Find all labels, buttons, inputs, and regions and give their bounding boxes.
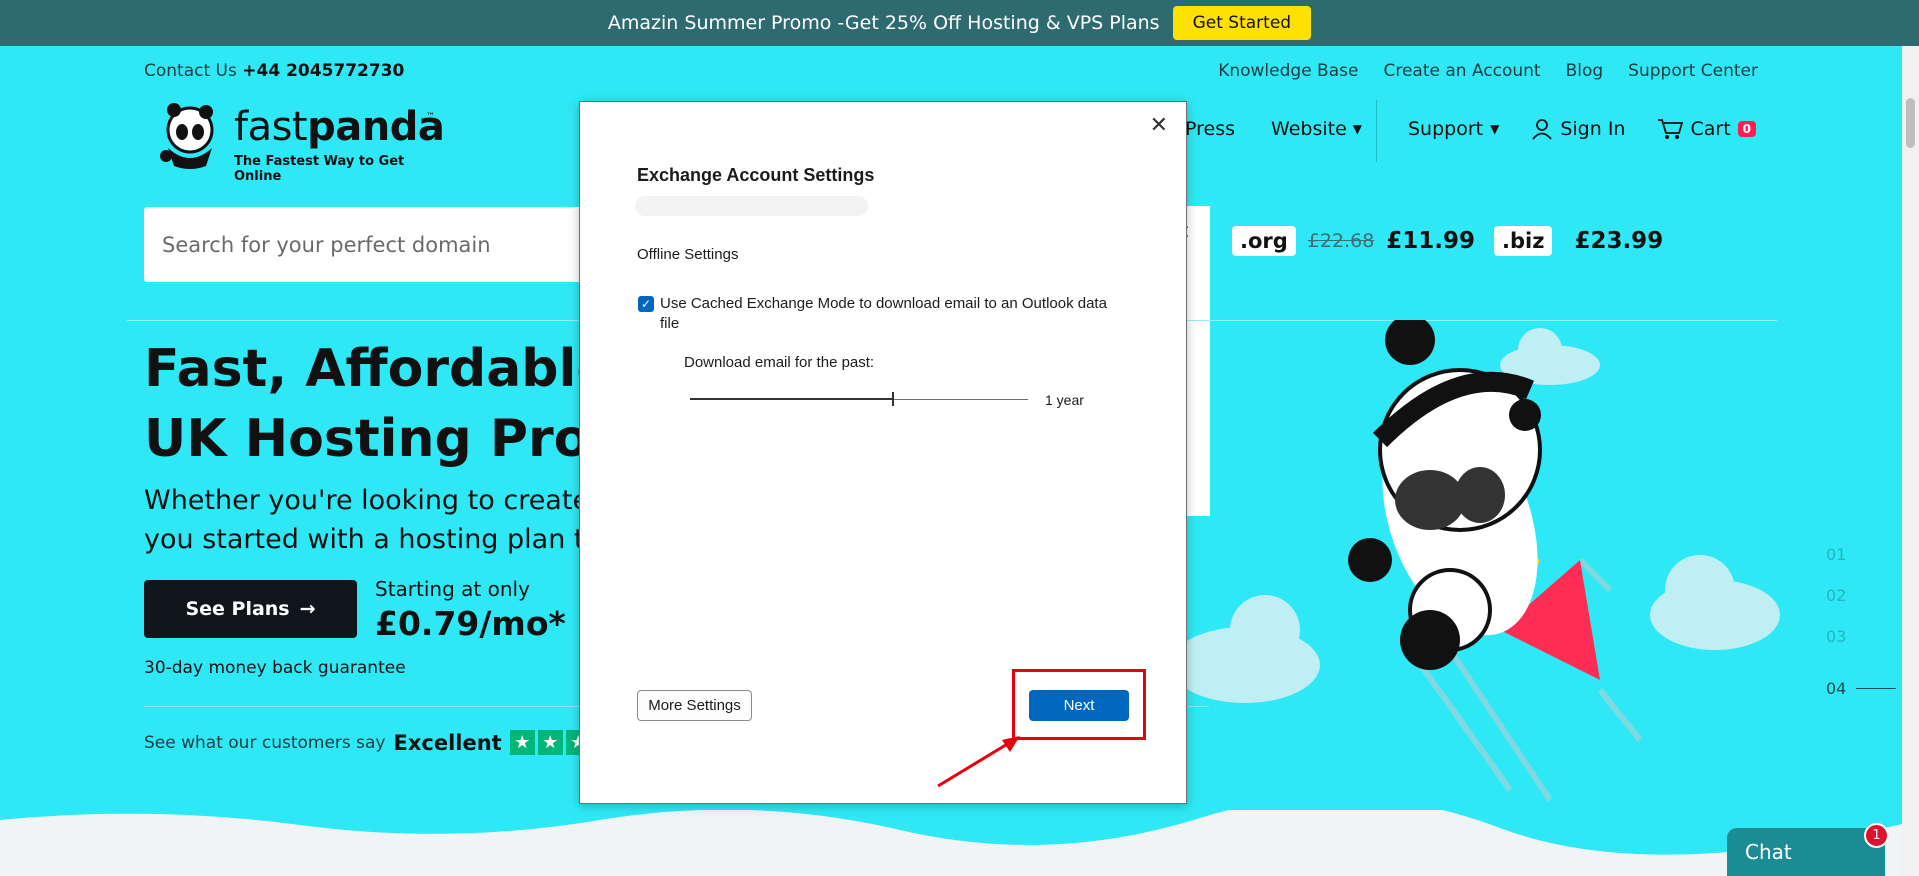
logo-wordmark: fastpanda	[234, 104, 445, 150]
download-period-label: Download email for the past:	[684, 354, 875, 371]
slider-thumb[interactable]	[891, 392, 894, 406]
cart-icon	[1658, 119, 1684, 139]
link-create-account[interactable]: Create an Account	[1383, 61, 1540, 81]
top-links: Knowledge Base Create an Account Blog Su…	[1218, 61, 1758, 81]
cart-count-badge: 0	[1737, 121, 1757, 137]
section-heading: Offline Settings	[637, 246, 739, 263]
cart-link[interactable]: Cart 0	[1657, 118, 1757, 140]
slide-dot-3[interactable]: 03	[1826, 627, 1896, 668]
link-blog[interactable]: Blog	[1566, 61, 1604, 81]
exchange-settings-dialog: ✕ Exchange Account Settings Offline Sett…	[579, 101, 1187, 804]
link-knowledge-base[interactable]: Knowledge Base	[1218, 61, 1358, 81]
slide-dot-4[interactable]: 04	[1826, 668, 1897, 709]
starting-price: £0.79/mo*	[375, 604, 566, 643]
slider-value: 1 year	[1045, 392, 1084, 408]
price-biz: .biz £23.99	[1494, 226, 1663, 256]
price-org: .org £22.68 £11.99	[1232, 226, 1475, 256]
chevron-down-icon: ▼	[1352, 122, 1362, 136]
nav-item-website[interactable]: Website ▼	[1271, 118, 1362, 140]
promo-text: Amazin Summer Promo -Get 25% Off Hosting…	[607, 12, 1160, 34]
starting-label: Starting at only	[375, 577, 530, 601]
main-nav: Press Website ▼	[1185, 118, 1398, 140]
nav-item-press[interactable]: Press	[1185, 118, 1235, 140]
panda-logo-icon	[160, 103, 214, 169]
domain-search-input[interactable]	[162, 207, 632, 282]
nav-divider	[1376, 100, 1377, 162]
money-back-guarantee: 30-day money back guarantee	[144, 658, 406, 678]
scrollbar-thumb[interactable]	[1906, 98, 1915, 148]
cached-mode-checkbox[interactable]: ✓	[638, 296, 654, 312]
chat-widget[interactable]: Chat	[1727, 828, 1885, 876]
logo-tagline: The Fastest Way to Get Online	[234, 154, 405, 184]
star-icon: ★	[509, 730, 535, 755]
contact-phone[interactable]: +44 2045772730	[242, 61, 404, 81]
account-nav: Support ▼ Sign In Cart 0	[1408, 118, 1757, 140]
slide-dot-2[interactable]: 02	[1826, 586, 1896, 627]
arrow-annotation-icon	[937, 736, 1020, 788]
promo-bar: Amazin Summer Promo -Get 25% Off Hosting…	[0, 0, 1919, 46]
old-price: £22.68	[1307, 230, 1375, 252]
price: £23.99	[1574, 228, 1664, 254]
nav-item-support[interactable]: Support ▼	[1408, 118, 1499, 140]
arrow-right-icon: →	[299, 598, 316, 620]
redacted-account-field	[635, 196, 868, 216]
chat-notification-badge: 1	[1864, 823, 1889, 848]
reviews-bar: See what our customers say Excellent ★ ★…	[144, 730, 619, 755]
link-support-center[interactable]: Support Center	[1628, 61, 1758, 81]
contact-label: Contact Us	[144, 61, 237, 81]
slider-fill	[690, 398, 893, 400]
dialog-title: Exchange Account Settings	[637, 165, 875, 185]
get-started-button[interactable]: Get Started	[1172, 6, 1312, 40]
see-plans-button[interactable]: See Plans →	[144, 580, 357, 638]
bottom-wave	[0, 810, 1919, 876]
logo[interactable]: fastpanda ™ The Fastest Way to Get Onlin…	[154, 98, 445, 184]
page-scrollbar[interactable]	[1902, 46, 1919, 876]
price: £11.99	[1386, 228, 1476, 254]
reviews-rating: Excellent	[393, 730, 502, 755]
check-icon: ✓	[640, 297, 652, 311]
close-icon[interactable]: ✕	[1150, 112, 1168, 138]
slide-dot-1[interactable]: 01	[1826, 545, 1896, 586]
sign-in-link[interactable]: Sign In	[1531, 118, 1625, 140]
user-icon	[1532, 119, 1553, 140]
cached-mode-label: Use Cached Exchange Mode to download ema…	[660, 295, 1107, 332]
tld-label: .biz	[1494, 226, 1553, 256]
slide-indicator: 01 02 03 04	[1826, 545, 1897, 709]
panda-rocket-illustration	[1180, 320, 1780, 802]
logo-trademark: ™	[426, 112, 435, 122]
star-icon: ★	[537, 730, 563, 755]
more-settings-button[interactable]: More Settings	[637, 690, 752, 721]
reviews-text: See what our customers say	[144, 732, 386, 753]
highlight-annotation	[1012, 669, 1146, 740]
tld-label: .org	[1232, 226, 1296, 256]
contact-info: Contact Us +44 2045772730	[144, 61, 404, 81]
chevron-down-icon: ▼	[1490, 122, 1500, 136]
